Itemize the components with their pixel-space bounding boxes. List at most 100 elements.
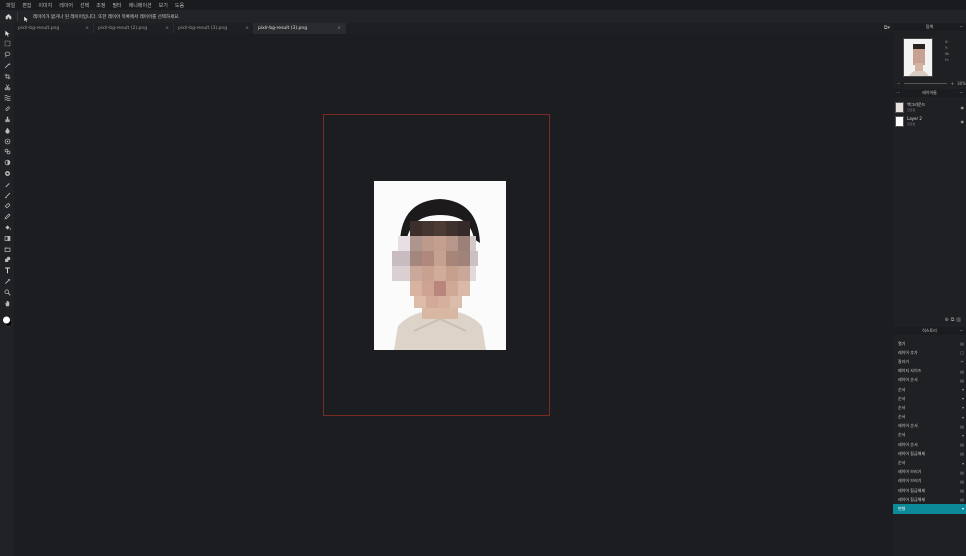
history-step-icon: ▤ [960, 478, 964, 484]
layer-row-layer-2[interactable]: Layer 2 잠금됨 ◉ [895, 115, 966, 128]
history-item[interactable]: 레이어 브러기 ▤ [893, 468, 966, 477]
menu-help[interactable]: 도움 [175, 2, 184, 9]
tab-document-3[interactable]: pixlr-bg-result (3).png × [174, 23, 254, 34]
tab-document-2[interactable]: pixlr-bg-result (2).png × [94, 23, 174, 34]
history-item[interactable]: 페이지 사이즈 ▤ [893, 367, 966, 376]
visibility-icon[interactable]: ◉ [961, 105, 965, 110]
drawing-tool-icon[interactable] [3, 256, 11, 264]
blur-tool-icon[interactable] [3, 126, 11, 134]
navigator-title: 탐색 [925, 24, 934, 29]
history-label: 레이어 잠금해제 [898, 487, 926, 493]
history-step-icon: ▾ [961, 432, 964, 438]
collapse-icon[interactable]: − [959, 91, 963, 96]
history-item[interactable]: 레이어 순서 ▤ [893, 440, 966, 449]
history-item[interactable]: 잘라기 ✂ [893, 357, 966, 366]
menu-view[interactable]: 보기 [159, 2, 168, 9]
history-item[interactable]: 레이어 잠금해제 ▤ [893, 486, 966, 495]
layer-status: 잠금됨 [907, 121, 916, 126]
brush-tool-icon[interactable] [3, 191, 11, 199]
menu-filter[interactable]: 필터 [112, 2, 121, 9]
clone-tool-icon[interactable] [3, 115, 11, 123]
layer-row-background[interactable]: 백그라운드 잠금됨 ◉ [895, 101, 966, 114]
wand-tool-icon[interactable] [3, 61, 11, 69]
heal-tool-icon[interactable] [3, 105, 11, 113]
pencil-tool-icon[interactable] [3, 213, 11, 221]
history-label: 변형 [898, 505, 906, 511]
history-label: 순서 [898, 395, 906, 401]
history-item[interactable]: 순서 ▾ [893, 458, 966, 467]
menu-layer[interactable]: 레이어 [59, 2, 73, 9]
marquee-tool-icon[interactable] [3, 40, 11, 48]
history-item[interactable]: 순서 ▾ [893, 394, 966, 403]
menu-file[interactable]: 파일 [6, 2, 15, 9]
trash-icon[interactable]: ▥ [956, 317, 963, 323]
zoom-in-button[interactable]: + [951, 81, 954, 86]
close-icon[interactable]: × [245, 26, 249, 31]
history-item[interactable]: 레이어 순서 ▤ [893, 422, 966, 431]
lasso-tool-icon[interactable] [3, 51, 11, 59]
tab-document-4[interactable]: pixlr-bg-result (3).png × [254, 23, 346, 34]
cutout-tool-icon[interactable] [3, 83, 11, 91]
arrange-tool-icon[interactable] [3, 29, 11, 37]
hand-tool-icon[interactable] [3, 299, 11, 307]
history-label: 잘라기 [898, 358, 910, 364]
fill-tool-icon[interactable] [3, 223, 11, 231]
history-item[interactable]: 레이어 순서 ▤ [893, 376, 966, 385]
menu-select[interactable]: 선택 [80, 2, 89, 9]
zoom-out-button[interactable]: − [897, 81, 900, 86]
collapse-icon[interactable]: − [959, 329, 963, 334]
history-step-icon: ▾ [961, 396, 964, 402]
visibility-icon[interactable]: ◉ [961, 119, 965, 124]
text-tool-icon[interactable] [3, 267, 11, 275]
history-item[interactable]: 순서 ▾ [893, 385, 966, 394]
history-item[interactable]: 순서 ▾ [893, 431, 966, 440]
liquify-tool-icon[interactable] [3, 94, 11, 102]
color-swatches[interactable] [2, 312, 13, 327]
options-bar: 레이어가 없거나 된 레이어입니다. 또한 레이어 목록에서 레이어를 선택하세… [0, 10, 966, 23]
options-hint: 레이어가 없거나 된 레이어입니다. 또한 레이어 목록에서 레이어를 선택하세… [33, 14, 180, 20]
history-item[interactable]: 레이어 잠금해제 ▤ [893, 449, 966, 458]
collapse-icon[interactable]: − [959, 25, 963, 30]
zoom-tool-icon[interactable] [3, 288, 11, 296]
history-item[interactable]: 열기 ▤ [893, 339, 966, 348]
history-label: 레이어 브러기 [898, 469, 922, 475]
sponge-tool-icon[interactable] [3, 137, 11, 145]
menu-animation[interactable]: 애니메이션 [129, 2, 152, 9]
zoom-control: − + 30% [897, 80, 966, 86]
portrait-image [374, 181, 506, 350]
dodge-burn-icon[interactable] [3, 159, 11, 167]
eyedropper-tool-icon[interactable] [3, 277, 11, 285]
left-toolbar [0, 23, 14, 556]
close-icon[interactable]: × [85, 26, 89, 31]
zoom-slider[interactable] [904, 82, 947, 84]
navigator-thumbnail[interactable] [903, 38, 933, 77]
pen-tool-icon[interactable] [3, 180, 11, 188]
arrange-windows-icon[interactable]: ⧉▾ [884, 25, 890, 31]
history-item[interactable]: 순서 ▾ [893, 413, 966, 422]
color-replace-icon[interactable] [3, 148, 11, 156]
menu-adjust[interactable]: 조정 [96, 2, 105, 9]
history-step-icon: ▾ [961, 405, 964, 411]
close-icon[interactable]: × [165, 26, 169, 31]
tab-document-1[interactable]: pixlr-bg-result.png × [14, 23, 94, 34]
document-tabs: pixlr-bg-result.png × pixlr-bg-result (2… [14, 23, 893, 34]
history-item[interactable]: 순서 ▾ [893, 403, 966, 412]
close-icon[interactable]: × [337, 26, 341, 31]
history-step-icon: ▾ [961, 414, 964, 420]
shape-tool-icon[interactable] [3, 245, 11, 253]
history-item[interactable]: 레이어 브러기 ▤ [893, 477, 966, 486]
crop-tool-icon[interactable] [3, 72, 11, 80]
gradient-tool-icon[interactable] [3, 234, 11, 242]
history-step-icon: ▤ [960, 377, 964, 383]
layer-thumbnail [895, 116, 904, 127]
history-item[interactable]: 레이어 잠금해제 ▤ [893, 495, 966, 504]
more-icon[interactable]: ⋯ [896, 91, 901, 96]
portrait-photo[interactable] [374, 181, 506, 350]
home-icon[interactable] [4, 13, 12, 21]
history-item[interactable]: 레이어 추가 □ [893, 348, 966, 357]
history-item-active[interactable]: 변형 ▾ [893, 504, 966, 514]
history-label: 순서 [898, 460, 906, 466]
pattern-tool-icon[interactable] [3, 169, 11, 177]
menu-image[interactable]: 이미지 [38, 2, 52, 9]
eraser-tool-icon[interactable] [3, 202, 11, 210]
